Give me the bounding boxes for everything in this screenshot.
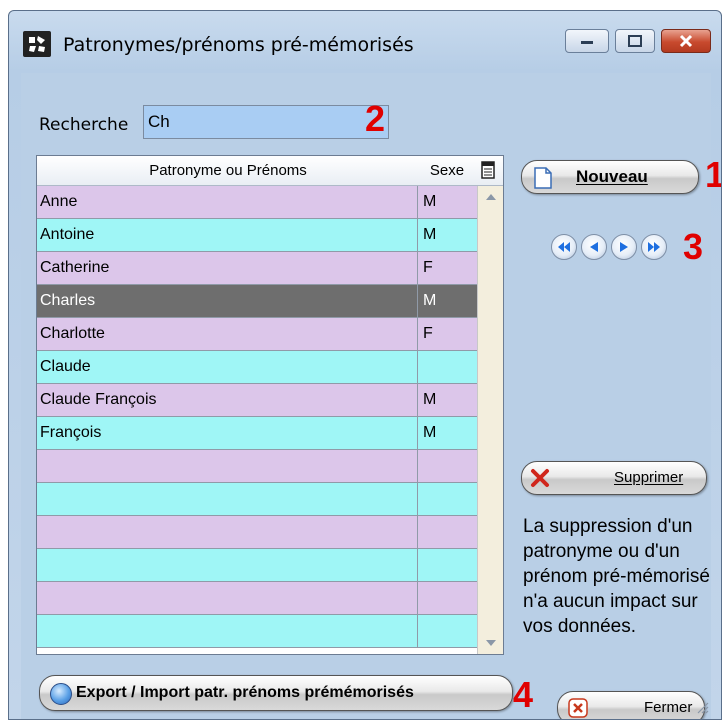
close-button[interactable]: Fermer [557, 691, 705, 719]
close-button-label: Fermer [644, 699, 693, 716]
window-title: Patronymes/prénoms pré-mémorisés [63, 34, 414, 56]
export-import-button-label: Export / Import patr. prénoms prémémoris… [76, 684, 414, 701]
first-icon [558, 242, 570, 252]
new-button-label: Nouveau [576, 167, 648, 186]
cancel-icon [568, 698, 588, 719]
cell-name [38, 483, 418, 515]
marker-3: 3 [683, 226, 704, 267]
delete-info-text: La suppression d'un patronyme ou d'un pr… [523, 516, 710, 637]
export-import-button[interactable]: Export / Import patr. prénoms prémémoris… [39, 675, 513, 711]
cell-sex [419, 483, 477, 515]
cell-sex [419, 450, 477, 482]
scroll-up-button[interactable] [478, 186, 504, 208]
table-row[interactable]: Anne M [37, 186, 477, 219]
cell-name: Claude [38, 351, 418, 383]
cell-name [38, 615, 418, 647]
names-table: Patronyme ou Prénoms Sexe Anne M Antoine M… [36, 155, 504, 655]
maximize-icon [628, 35, 642, 47]
cell-sex: F [423, 259, 433, 276]
main-window: Patronymes/prénoms pré-mémorisés Recherc… [8, 10, 722, 720]
new-button[interactable]: Nouveau [521, 160, 699, 194]
table-row[interactable] [37, 516, 477, 549]
cell-sex: M [423, 226, 437, 243]
cell-name [38, 516, 418, 548]
vertical-scrollbar[interactable] [477, 186, 503, 654]
scroll-down-button[interactable] [478, 632, 504, 654]
cell-sex [419, 516, 477, 548]
cell-name: Charlotte [38, 318, 418, 350]
cell-sex: F [423, 325, 433, 342]
cell-name: François [38, 417, 418, 449]
last-record-button[interactable] [641, 234, 667, 260]
cell-sex [419, 351, 477, 383]
cell-sex [419, 582, 477, 614]
previous-record-button[interactable] [581, 234, 607, 260]
table-row-selected[interactable]: Charles M [37, 285, 477, 318]
table-rows: Anne M Antoine M Catherine F Charles M Charl… [37, 186, 477, 648]
table-row[interactable]: François M [37, 417, 477, 450]
cell-sex [419, 549, 477, 581]
cell-name [38, 549, 418, 581]
cell-sex: M [423, 292, 437, 309]
new-document-icon [534, 167, 552, 194]
delete-button-label: Supprimer [614, 469, 684, 486]
search-input[interactable]: Ch [143, 105, 389, 139]
arrow-up-icon [486, 194, 496, 200]
cell-name [38, 450, 418, 482]
cell-name: Catherine [38, 252, 418, 284]
cell-sex: M [423, 193, 437, 210]
resize-grip-icon[interactable] [697, 701, 709, 719]
cell-sex [419, 615, 477, 647]
cell-name [38, 582, 418, 614]
cell-name: Antoine [38, 219, 418, 251]
close-window-button[interactable] [661, 29, 711, 53]
table-row[interactable] [37, 549, 477, 582]
previous-icon [590, 242, 598, 252]
first-record-button[interactable] [551, 234, 577, 260]
title-bar[interactable]: Patronymes/prénoms pré-mémorisés [9, 11, 721, 73]
table-row[interactable]: Catherine F [37, 252, 477, 285]
next-record-button[interactable] [611, 234, 637, 260]
last-icon [648, 242, 660, 252]
marker-4: 4 [513, 674, 534, 715]
table-row[interactable] [37, 483, 477, 516]
column-header-name[interactable]: Patronyme ou Prénoms [37, 156, 419, 186]
column-header-sex[interactable]: Sexe [419, 156, 475, 186]
globe-icon [50, 683, 72, 705]
cell-name: Charles [38, 285, 418, 317]
cell-name: Anne [38, 186, 418, 218]
minimize-icon [581, 41, 593, 44]
table-row[interactable]: Charlotte F [37, 318, 477, 351]
search-label: Recherche [39, 115, 129, 135]
cell-sex: M [423, 391, 437, 408]
table-row[interactable]: Claude [37, 351, 477, 384]
close-icon [679, 34, 693, 48]
client-area: Recherche Ch 2 Patronyme ou Prénoms Sexe… [21, 73, 721, 719]
column-chooser-icon[interactable] [481, 161, 495, 183]
table-row[interactable] [37, 615, 477, 648]
marker-2: 2 [365, 98, 386, 139]
table-row[interactable] [37, 450, 477, 483]
next-icon [620, 242, 628, 252]
table-row[interactable]: Claude François M [37, 384, 477, 417]
arrow-down-icon [486, 640, 496, 646]
minimize-button[interactable] [565, 29, 609, 53]
table-row[interactable]: Antoine M [37, 219, 477, 252]
marker-1: 1 [705, 157, 721, 193]
delete-x-icon [530, 468, 550, 493]
table-header: Patronyme ou Prénoms Sexe [37, 156, 503, 186]
maximize-button[interactable] [615, 29, 655, 53]
table-row[interactable] [37, 582, 477, 615]
app-icon [23, 31, 51, 57]
delete-button[interactable]: Supprimer [521, 461, 707, 495]
cell-name: Claude François [38, 384, 418, 416]
cell-sex: M [423, 424, 437, 441]
